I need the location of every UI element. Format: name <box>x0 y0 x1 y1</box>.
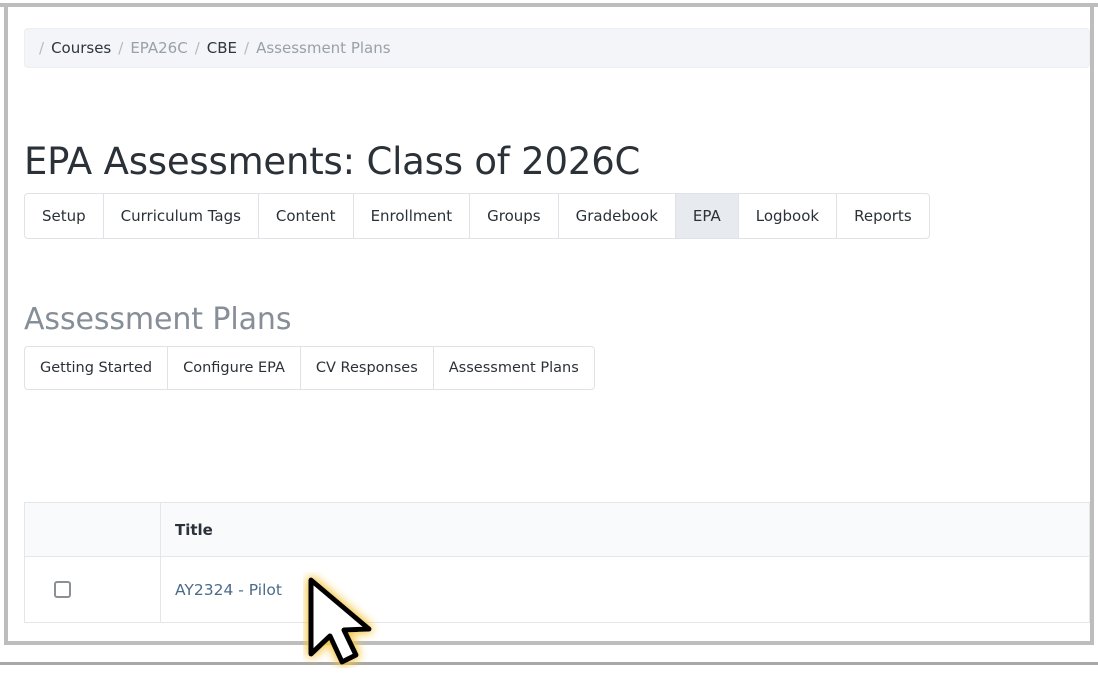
breadcrumb-separator: / <box>118 39 124 57</box>
row-select-cell <box>24 556 161 623</box>
page-bottom-border <box>0 662 1098 665</box>
row-title-cell: AY2324 - Pilot <box>160 556 1090 623</box>
subtab-configure-epa[interactable]: Configure EPA <box>167 346 300 390</box>
tab-curriculum-tags[interactable]: Curriculum Tags <box>102 193 258 239</box>
tab-groups[interactable]: Groups <box>469 193 558 239</box>
tab-enrollment[interactable]: Enrollment <box>352 193 470 239</box>
course-tab-bar: Setup Curriculum Tags Content Enrollment… <box>24 193 930 239</box>
epa-sub-tab-bar: Getting Started Configure EPA CV Respons… <box>24 346 595 390</box>
subtab-getting-started[interactable]: Getting Started <box>24 346 168 390</box>
tab-gradebook[interactable]: Gradebook <box>557 193 675 239</box>
table-row[interactable]: AY2324 - Pilot <box>24 556 1090 623</box>
browser-frame: / Courses / EPA26C / CBE / Assessment Pl… <box>0 0 1098 678</box>
tab-setup[interactable]: Setup <box>24 193 103 239</box>
tab-epa[interactable]: EPA <box>674 193 738 239</box>
tab-content[interactable]: Content <box>257 193 353 239</box>
assessment-plan-link[interactable]: AY2324 - Pilot <box>175 581 282 599</box>
breadcrumb-item-epa26c[interactable]: EPA26C <box>130 39 187 57</box>
tab-reports[interactable]: Reports <box>836 193 930 239</box>
breadcrumb: / Courses / EPA26C / CBE / Assessment Pl… <box>24 28 1090 68</box>
breadcrumb-separator: / <box>244 39 250 57</box>
column-header-select <box>24 502 161 557</box>
frame-right-border <box>1090 7 1094 645</box>
breadcrumb-item-courses[interactable]: Courses <box>51 39 111 57</box>
frame-bottom-border <box>4 641 1094 645</box>
content-panel: / Courses / EPA26C / CBE / Assessment Pl… <box>8 7 1090 641</box>
breadcrumb-item-assessment-plans: Assessment Plans <box>256 39 391 57</box>
breadcrumb-separator: / <box>39 39 45 57</box>
assessment-plans-table: Title AY2324 - Pilot <box>24 502 1090 623</box>
section-heading: Assessment Plans <box>24 301 292 337</box>
row-checkbox[interactable] <box>54 581 71 598</box>
tab-logbook[interactable]: Logbook <box>737 193 837 239</box>
table-head: Title <box>24 502 1090 557</box>
breadcrumb-separator: / <box>194 39 200 57</box>
breadcrumb-item-cbe[interactable]: CBE <box>207 39 237 57</box>
subtab-cv-responses[interactable]: CV Responses <box>299 346 433 390</box>
table-body: AY2324 - Pilot <box>24 556 1090 623</box>
subtab-assessment-plans[interactable]: Assessment Plans <box>432 346 595 390</box>
table-header-row: Title <box>24 502 1090 557</box>
column-header-title: Title <box>160 502 1090 557</box>
page-title: EPA Assessments: Class of 2026C <box>24 139 641 183</box>
